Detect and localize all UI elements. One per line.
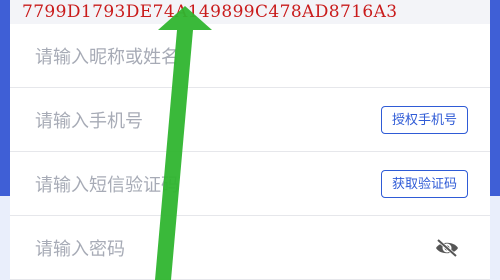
form-card: 7799D1793DE74A149899C478AD8716A3 请输入昵称或姓… — [10, 0, 490, 280]
get-code-button[interactable]: 获取验证码 — [380, 169, 468, 198]
password-field[interactable]: 请输入密码 — [10, 216, 490, 280]
phone-placeholder: 请输入手机号 — [35, 110, 143, 132]
token-bar: 7799D1793DE74A149899C478AD8716A3 — [10, 0, 490, 24]
nickname-placeholder: 请输入昵称或姓名 — [35, 46, 179, 68]
sms-code-field[interactable]: 请输入短信验证码 获取验证码 — [10, 152, 490, 216]
authorize-phone-button[interactable]: 授权手机号 — [380, 105, 468, 134]
eye-off-icon[interactable] — [434, 238, 460, 258]
sms-code-placeholder: 请输入短信验证码 — [35, 174, 179, 196]
phone-field[interactable]: 请输入手机号 授权手机号 — [10, 88, 490, 152]
nickname-field[interactable]: 请输入昵称或姓名 — [10, 24, 490, 88]
token-text: 7799D1793DE74A149899C478AD8716A3 — [22, 2, 398, 22]
password-placeholder: 请输入密码 — [35, 238, 125, 260]
